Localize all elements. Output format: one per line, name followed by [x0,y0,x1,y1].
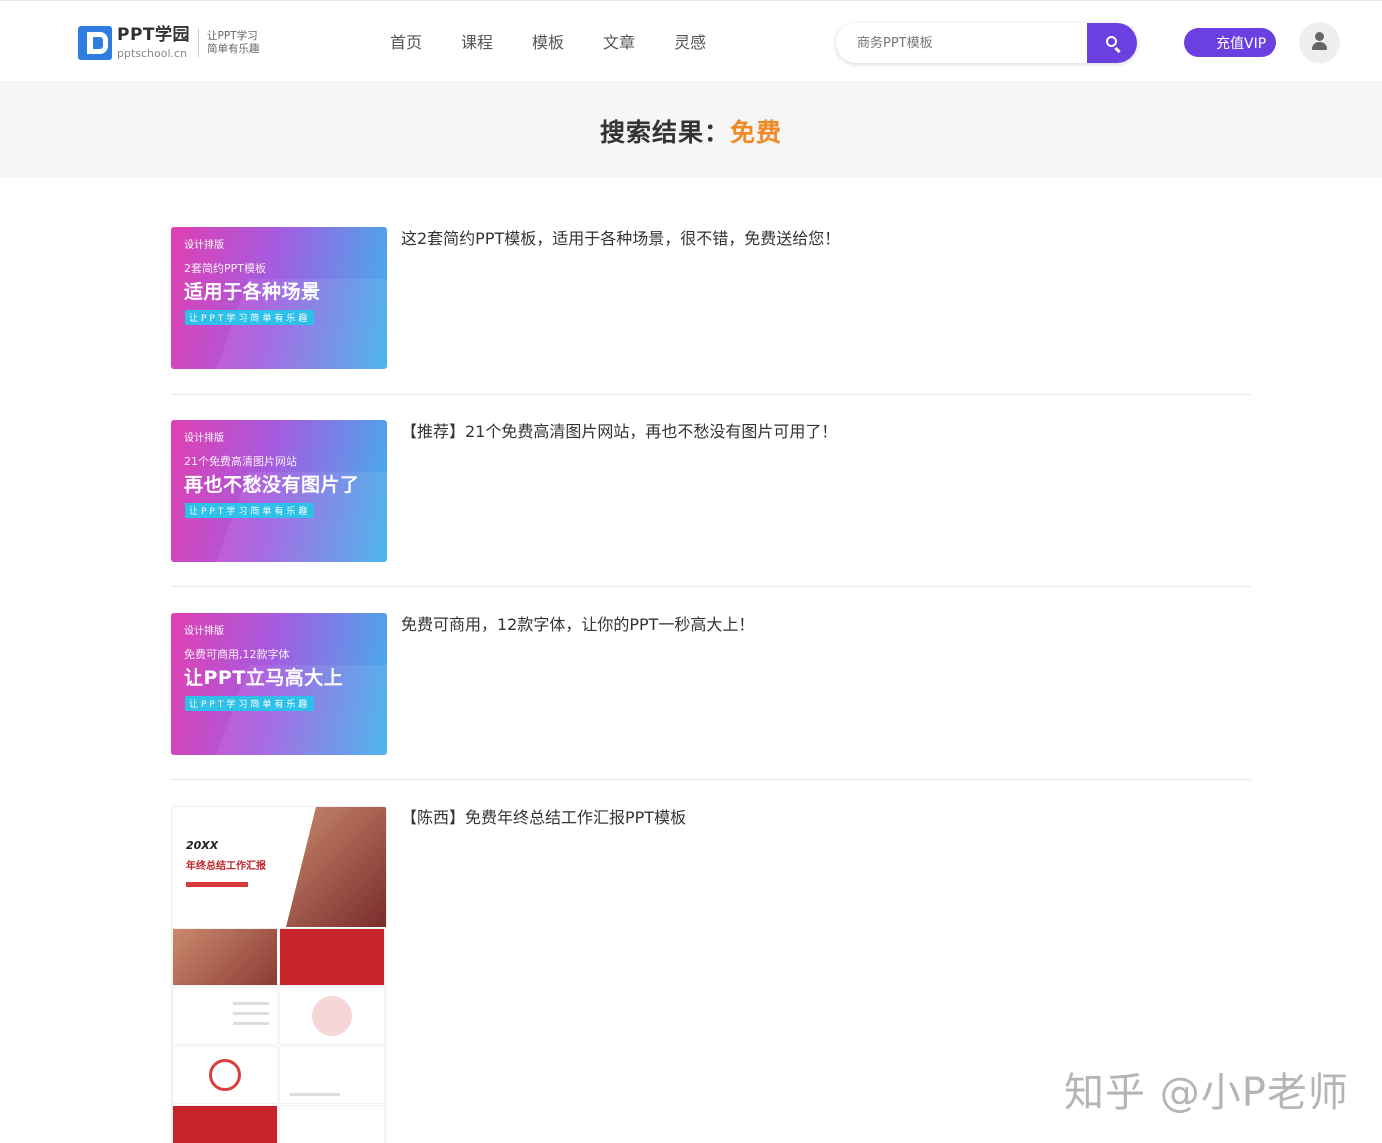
thumbnail-accent-bar [186,882,248,887]
result-thumbnail[interactable]: 20XX 年终总结工作汇报 [171,806,387,1143]
zhihu-watermark: 知乎 @小P老师 [1064,1070,1349,1116]
thumbnail-title: 年终总结工作汇报 [186,861,266,872]
thumbnail-tag: 设计排版 [184,433,224,444]
thumbnail-mini-slide [172,928,278,986]
result-divider [171,779,1251,780]
nav-courses[interactable]: 课程 [461,31,493,55]
thumbnail-slogan: 让PPT学习简单有乐趣 [185,696,315,711]
nav-inspiration[interactable]: 灵感 [674,31,706,55]
result-divider [171,394,1251,395]
thumbnail-year: 20XX [186,839,219,852]
logo-domain: pptschool.cn [117,47,188,60]
nav-home[interactable]: 首页 [390,31,422,55]
logo-slogan: 让PPT学习 简单有乐趣 [207,30,260,56]
result-divider [171,586,1251,587]
result-thumbnail[interactable]: 设计排版 免费可商用,12款字体 让PPT立马高大上 让PPT学习简单有乐趣 [171,613,387,755]
search-result-prefix: 搜索结果： [599,117,730,147]
search-result-banner: 搜索结果：免费 [0,84,1382,177]
thumbnail-mini-slide [279,987,385,1045]
logo-slogan-line-1: 让PPT学习 [207,30,258,42]
search-input[interactable] [836,23,1087,63]
nav-articles[interactable]: 文章 [603,31,635,55]
search-box [836,23,1137,63]
site-header: PPT学园 pptschool.cn 让PPT学习 简单有乐趣 首页 课程 模板… [0,0,1382,83]
search-result-heading: 搜索结果：免费 [600,113,782,149]
thumbnail-mini-slide [279,928,385,986]
result-item: 设计排版 21个免费高清图片网站 再也不愁没有图片了 让PPT学习简单有乐趣 【… [171,420,1251,562]
search-keyword: 免费 [730,117,783,147]
recharge-vip-button[interactable]: 充值VIP [1184,28,1276,57]
thumbnail-slogan: 让PPT学习简单有乐趣 [185,310,315,325]
search-icon [1106,36,1117,47]
main-nav: 首页 课程 模板 文章 灵感 [390,31,745,55]
nav-templates[interactable]: 模板 [532,31,564,55]
logo-title: PPT学园 [117,25,191,45]
thumbnail-title: 再也不愁没有图片了 [184,474,360,496]
user-avatar-button[interactable] [1299,22,1340,63]
result-thumbnail[interactable]: 设计排版 2套简约PPT模板 适用于各种场景 让PPT学习简单有乐趣 [171,227,387,369]
thumbnail-tag: 设计排版 [184,626,224,637]
logo-divider [198,29,200,57]
thumbnail-slogan: 让PPT学习简单有乐趣 [185,503,315,518]
logo-p-icon [78,26,112,60]
thumbnail-hands-photo [286,807,386,927]
logo-text: PPT学园 pptschool.cn [117,25,191,60]
result-title-link[interactable]: 【推荐】21个免费高清图片网站，再也不愁没有图片可用了！ [401,422,837,562]
result-thumbnail[interactable]: 设计排版 21个免费高清图片网站 再也不愁没有图片了 让PPT学习简单有乐趣 [171,420,387,562]
thumbnail-mini-slide [279,1046,385,1104]
thumbnail-mini-slide [172,1046,278,1104]
result-title-link[interactable]: 这2套简约PPT模板，适用于各种场景，很不错，免费送给您！ [401,229,840,369]
thumbnail-mini-slide [172,987,278,1045]
thumbnail-cover-slide: 20XX 年终总结工作汇报 [172,807,386,927]
result-title-link[interactable]: 免费可商用，12款字体，让你的PPT一秒高大上！ [401,615,754,755]
thumbnail-title: 适用于各种场景 [184,281,321,303]
thumbnail-subtitle: 21个免费高清图片网站 [184,455,297,468]
result-title-link[interactable]: 【陈西】免费年终总结工作汇报PPT模板 [401,808,686,948]
thumbnail-mini-slide [172,1105,278,1143]
logo-slogan-line-2: 简单有乐趣 [207,43,260,55]
thumbnail-title: 让PPT立马高大上 [184,667,344,689]
thumbnail-subtitle: 免费可商用,12款字体 [184,648,290,661]
user-icon [1312,32,1327,52]
site-logo[interactable]: PPT学园 pptschool.cn 让PPT学习 简单有乐趣 [78,25,260,61]
thumbnail-mini-slide [279,1105,385,1143]
thumbnail-subtitle: 2套简约PPT模板 [184,262,266,275]
result-list: 设计排版 2套简约PPT模板 适用于各种场景 让PPT学习简单有乐趣 这2套简约… [171,227,1251,1143]
result-item: 设计排版 2套简约PPT模板 适用于各种场景 让PPT学习简单有乐趣 这2套简约… [171,227,1251,369]
thumbnail-tag: 设计排版 [184,240,224,251]
search-button[interactable] [1087,23,1137,63]
result-item: 设计排版 免费可商用,12款字体 让PPT立马高大上 让PPT学习简单有乐趣 免… [171,613,1251,755]
result-item: 20XX 年终总结工作汇报 【陈西】免费年终总结工作汇报PPT模板 [171,806,1251,1143]
